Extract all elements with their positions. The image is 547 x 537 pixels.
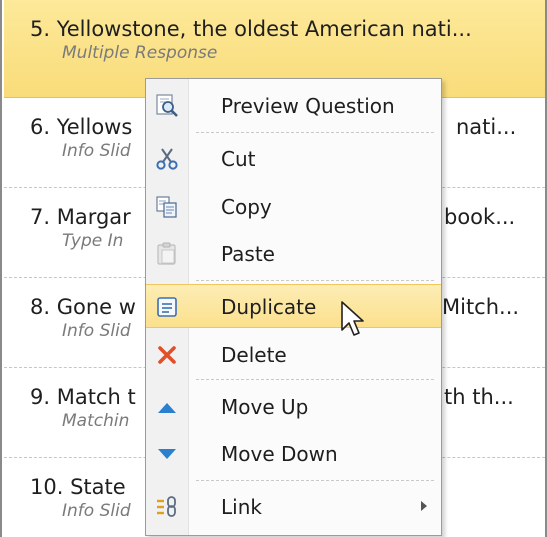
menu-separator (196, 480, 434, 481)
menu-item-label: Duplicate (221, 295, 317, 319)
arrow-up-icon (154, 394, 180, 420)
menu-item-label: Copy (221, 195, 272, 219)
menu-item-duplicate[interactable]: Duplicate (146, 284, 441, 328)
menu-item-label: Link (221, 495, 262, 519)
menu-separator (196, 379, 434, 380)
delete-icon (154, 342, 180, 368)
preview-icon (154, 93, 180, 119)
copy-icon (154, 194, 180, 220)
menu-item-copy[interactable]: Copy (146, 185, 441, 229)
menu-item-link[interactable]: Link (146, 485, 441, 529)
menu-item-move-up[interactable]: Move Up (146, 385, 441, 429)
scissors-icon (154, 146, 180, 172)
link-icon (154, 494, 180, 520)
menu-item-move-down[interactable]: Move Down (146, 432, 441, 476)
menu-item-label: Move Down (221, 442, 338, 466)
question-title-tail: th th... (444, 385, 514, 409)
duplicate-icon (154, 294, 180, 320)
question-title-tail: Mitch... (442, 295, 520, 319)
menu-separator (196, 132, 434, 133)
menu-item-cut[interactable]: Cut (146, 137, 441, 181)
menu-item-label: Delete (221, 343, 287, 367)
paste-icon (154, 241, 180, 267)
arrow-down-icon (154, 441, 180, 467)
menu-item-label: Paste (221, 242, 275, 266)
question-title: 5. Yellowstone, the oldest American nati… (30, 17, 472, 41)
menu-item-label: Preview Question (221, 94, 395, 118)
menu-item-preview-question[interactable]: Preview Question (146, 84, 441, 128)
menu-item-delete[interactable]: Delete (146, 333, 441, 377)
menu-item-paste[interactable]: Paste (146, 232, 441, 276)
menu-item-label: Move Up (221, 395, 309, 419)
mouse-cursor-icon (341, 301, 364, 336)
question-type: Multiple Response (62, 43, 218, 63)
submenu-arrow-icon (421, 501, 427, 511)
menu-item-label: Cut (221, 147, 256, 171)
context-menu: Preview Question Cut Copy Paste Duplicat… (145, 78, 442, 536)
menu-separator (196, 280, 434, 281)
question-title-tail: book... (444, 205, 516, 229)
question-title-tail: nati... (456, 115, 517, 139)
